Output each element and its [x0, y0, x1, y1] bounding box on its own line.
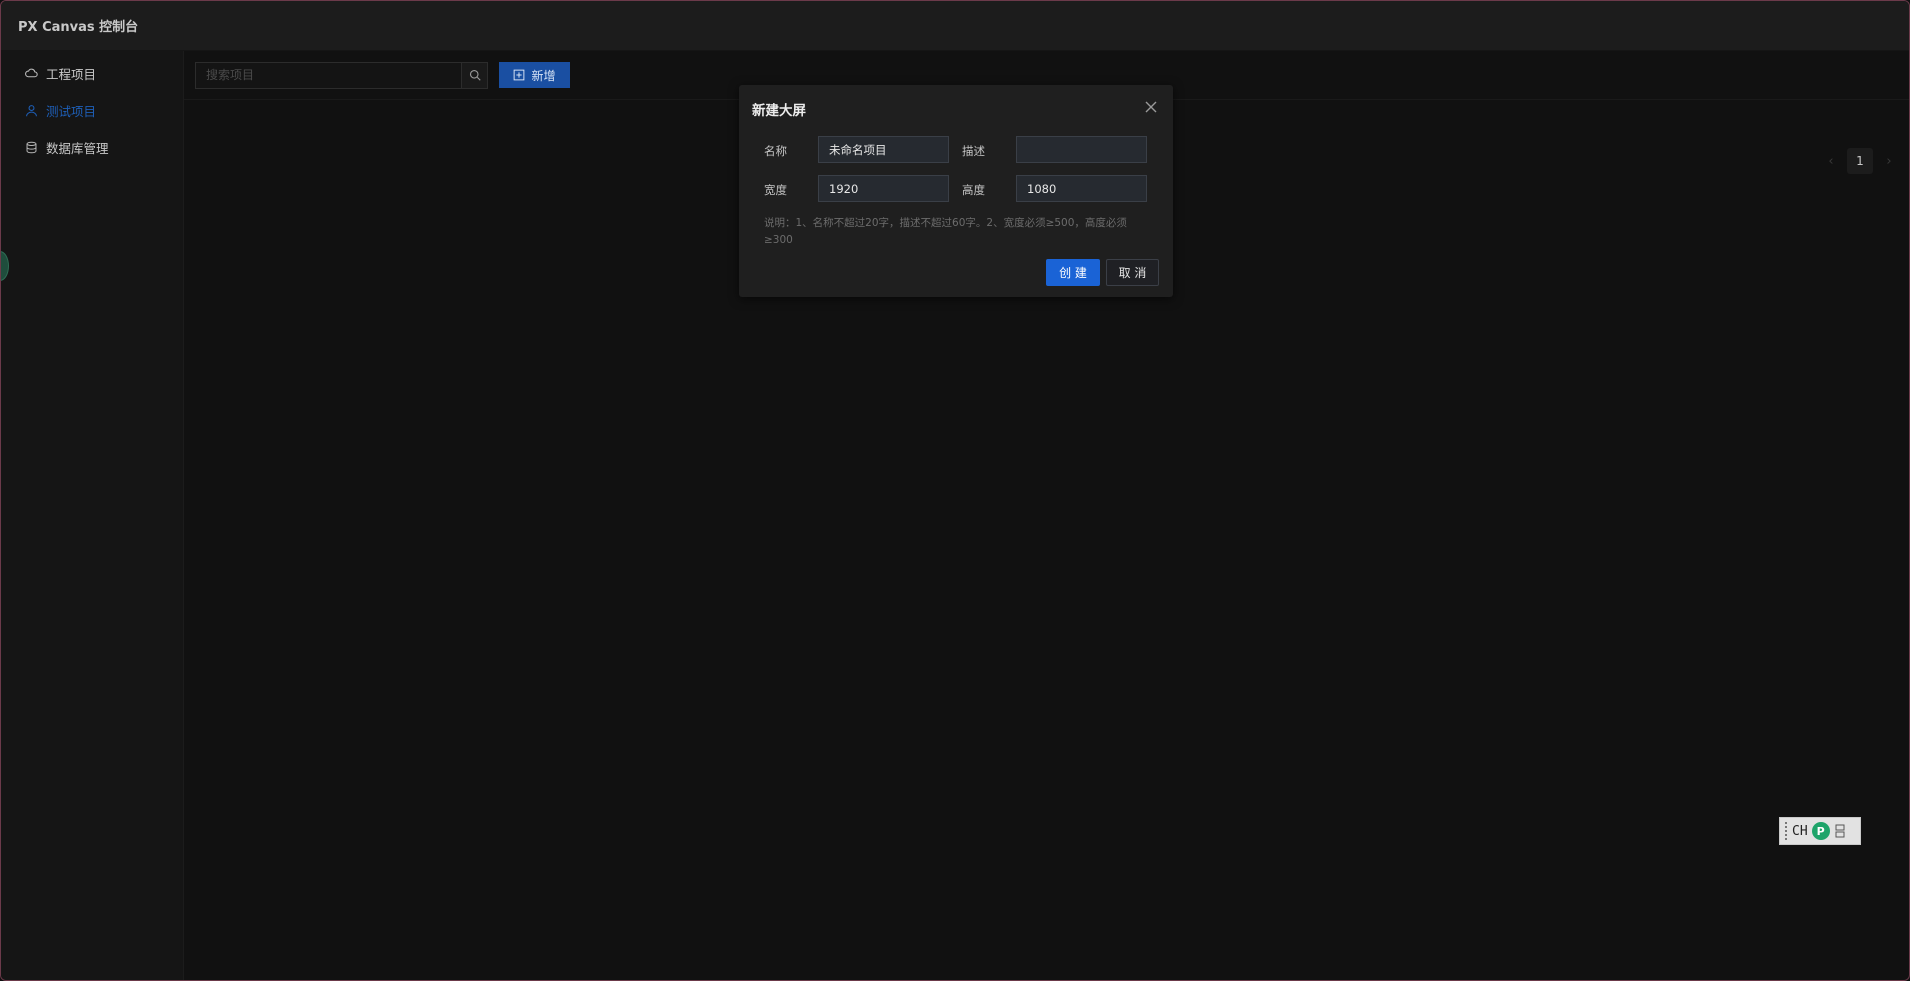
prev-page-button[interactable]: ‹ [1825, 154, 1837, 169]
add-button-label: 新增 [531, 68, 556, 83]
add-button[interactable]: 新增 [499, 62, 570, 88]
ime-settings-icon[interactable] [1834, 823, 1846, 839]
user-icon [24, 104, 38, 118]
app-header: PX Canvas 控制台 [1, 1, 1909, 51]
width-label: 宽度 [764, 183, 787, 197]
ime-toolbar[interactable]: CH P [1779, 817, 1861, 845]
description-label: 描述 [962, 144, 985, 158]
sidebar-item-label: 工程项目 [46, 67, 97, 82]
app-title: PX Canvas 控制台 [18, 20, 139, 35]
pagination: ‹ 1 › [1825, 148, 1895, 174]
ime-language-label[interactable]: CH [1792, 824, 1808, 839]
height-label: 高度 [962, 183, 985, 197]
search-icon [469, 69, 481, 81]
close-icon [1145, 101, 1157, 113]
next-page-button[interactable]: › [1883, 154, 1895, 169]
plus-square-icon [514, 69, 525, 81]
close-button[interactable] [1144, 99, 1158, 113]
new-screen-dialog: 新建大屏 名称 描述 宽度 高度 说明：1、名称不超过20字，描述不超过60字。… [739, 85, 1173, 297]
database-icon [24, 141, 38, 155]
app-window: PX Canvas 控制台 工程项目 测试项目 数据库管理 搜索项目 新增 ‹ … [0, 0, 1910, 981]
width-input[interactable] [818, 175, 949, 202]
sidebar-item-engineering-projects[interactable]: 工程项目 [1, 55, 183, 92]
name-input[interactable] [818, 136, 949, 163]
sidebar-item-label: 测试项目 [46, 104, 97, 119]
search-input[interactable] [196, 62, 461, 88]
search-button[interactable] [461, 62, 487, 88]
search-box [195, 61, 488, 89]
description-input[interactable] [1016, 136, 1147, 163]
cloud-icon [24, 67, 38, 81]
sidebar: 工程项目 测试项目 数据库管理 [1, 51, 184, 980]
ime-logo-icon[interactable]: P [1811, 822, 1830, 840]
dialog-title: 新建大屏 [752, 103, 806, 119]
name-label: 名称 [764, 144, 787, 158]
floating-side-tab[interactable] [1, 251, 9, 281]
page-number-button[interactable]: 1 [1847, 148, 1873, 174]
sidebar-item-database-management[interactable]: 数据库管理 [1, 129, 183, 166]
sidebar-item-test-projects[interactable]: 测试项目 [1, 92, 183, 129]
drag-handle[interactable] [1785, 822, 1788, 840]
height-input[interactable] [1016, 175, 1147, 202]
sidebar-item-label: 数据库管理 [46, 141, 109, 156]
dialog-note: 说明：1、名称不超过20字，描述不超过60字。2、宽度必须≥500，高度必须≥3… [764, 217, 1127, 246]
cancel-button[interactable]: 取 消 [1106, 259, 1159, 286]
create-button[interactable]: 创 建 [1046, 259, 1100, 286]
